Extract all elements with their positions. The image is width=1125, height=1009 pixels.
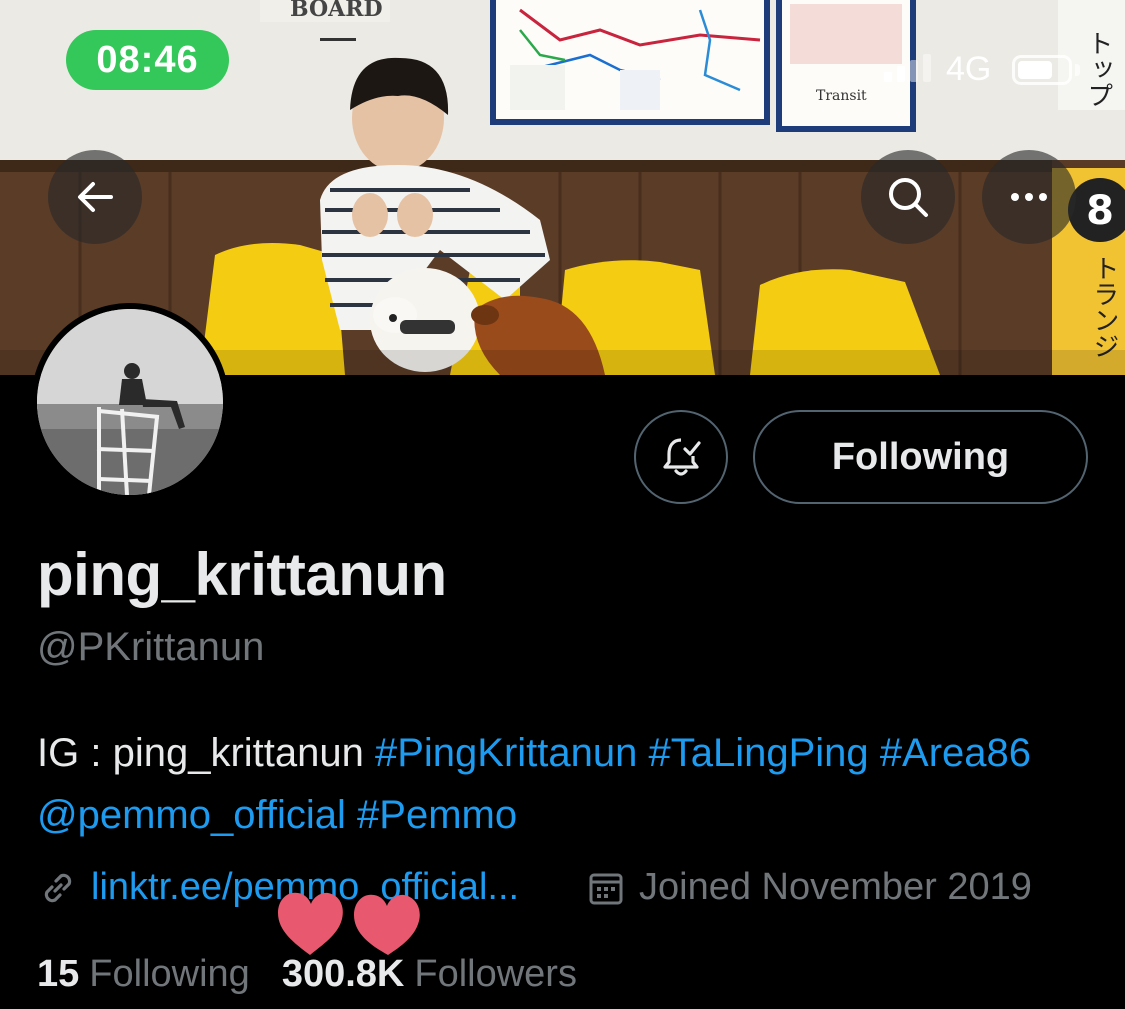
notifications-button[interactable]	[634, 410, 728, 504]
bio-hashtag-pingkrittanun[interactable]: #PingKrittanun	[375, 731, 637, 775]
status-time: 08:46	[66, 30, 229, 90]
network-type: 4G	[946, 50, 992, 88]
calendar-icon	[589, 873, 623, 904]
more-horizontal-icon	[1011, 193, 1047, 201]
bio-text: IG : ping_krittanun	[37, 731, 375, 775]
arrow-left-icon	[78, 182, 113, 212]
followers-label: Followers	[414, 953, 577, 995]
followers-stat[interactable]: 300.8K Followers	[282, 953, 577, 996]
bell-check-icon	[663, 438, 701, 476]
user-handle: @PKrittanun	[37, 625, 265, 669]
following-count: 15	[37, 953, 80, 995]
banner-side-sign-bottom: トランジ	[1089, 255, 1119, 359]
bio-hashtag-area86[interactable]: #Area86	[880, 731, 1031, 775]
banner-map-brand: Transit	[816, 88, 867, 104]
hearts-sticker-icon	[278, 892, 420, 955]
profile-stats: 15 Following 300.8K Followers	[37, 953, 577, 996]
profile-avatar[interactable]	[31, 303, 229, 501]
profile-joined: Joined November 2019	[587, 866, 1032, 909]
avatar-photo	[37, 309, 223, 495]
search-icon	[889, 178, 928, 217]
battery-cap	[1075, 64, 1080, 76]
bio-mention-pemmo-official[interactable]: @pemmo_official	[37, 793, 346, 837]
joined-date: Joined November 2019	[639, 866, 1032, 908]
followers-count: 300.8K	[281, 953, 405, 995]
link-icon	[44, 873, 72, 902]
battery-icon	[1012, 55, 1072, 85]
following-stat[interactable]: 15 Following	[37, 953, 250, 996]
display-name: ping_krittanun	[37, 541, 447, 608]
more-button[interactable]	[982, 150, 1076, 244]
following-button[interactable]: Following	[753, 410, 1088, 504]
profile-bio: IG : ping_krittanun #PingKrittanun #TaLi…	[37, 722, 1097, 846]
search-button[interactable]	[861, 150, 955, 244]
bio-hashtag-talingping[interactable]: #TaLingPing	[649, 731, 869, 775]
banner-board-text: BOARD	[290, 0, 383, 22]
bio-hashtag-pemmo[interactable]: #Pemmo	[357, 793, 517, 837]
back-button[interactable]	[48, 150, 142, 244]
banner-side-sign-number: 8	[1086, 188, 1114, 234]
cellular-signal-icon	[884, 54, 931, 82]
banner-side-sign-top: トップ	[1083, 30, 1113, 108]
following-label: Following	[89, 953, 250, 995]
